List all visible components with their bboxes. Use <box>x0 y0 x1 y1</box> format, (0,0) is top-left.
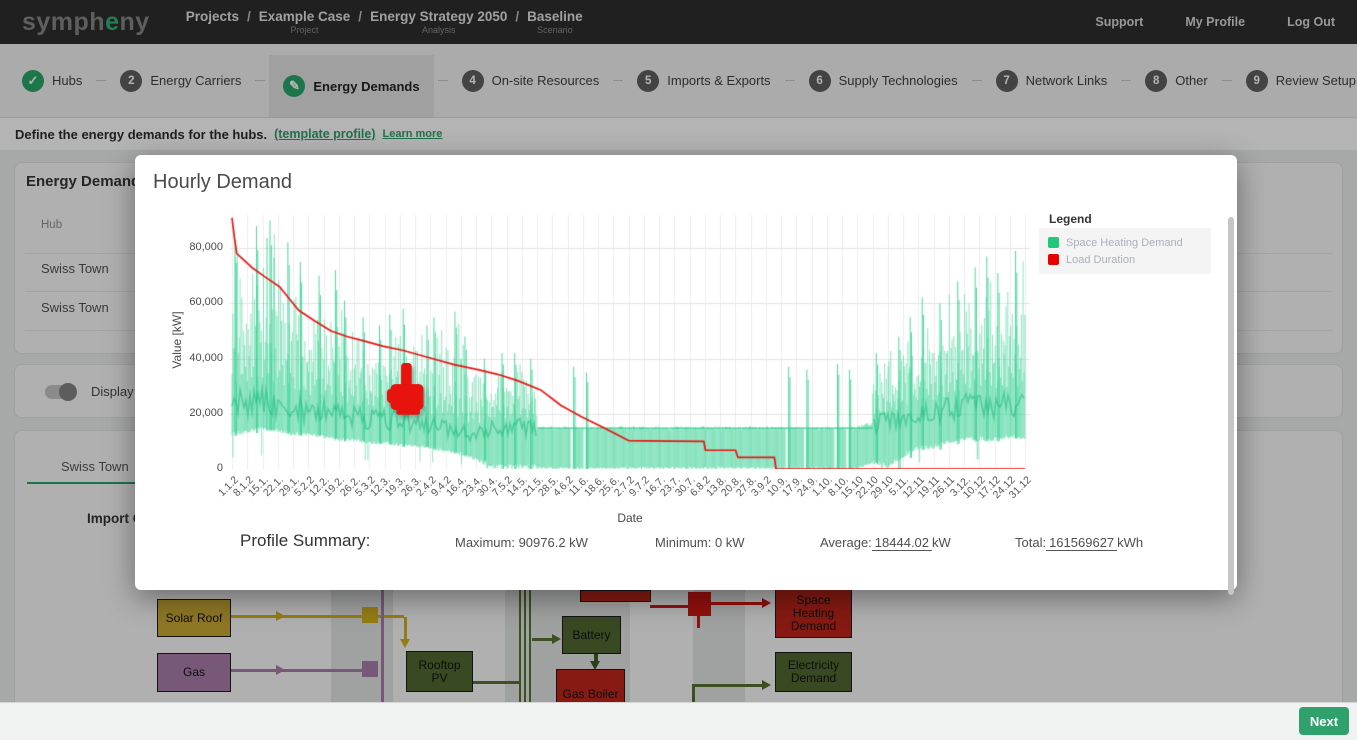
stat-label: Minimum: <box>655 535 711 550</box>
hourly-demand-modal: Hourly Demand Value [kW] 020,00040,00060… <box>135 155 1237 590</box>
profile-summary-label: Profile Summary: <box>240 531 370 551</box>
stat-label: Average: <box>820 535 872 550</box>
stat-value: 90976.2 kW <box>519 535 588 550</box>
stat-unit: kWh <box>1117 535 1143 550</box>
stat-total: Total:161569627kWh <box>1015 535 1143 550</box>
legend-item-load-duration[interactable]: Load Duration <box>1048 251 1202 268</box>
stat-label: Maximum: <box>455 535 515 550</box>
stat-value: 161569627 <box>1046 535 1117 551</box>
stat-minimum: Minimum: 0 kW <box>655 535 745 550</box>
legend-item-label: Load Duration <box>1066 254 1135 266</box>
stat-label: Total: <box>1015 535 1046 550</box>
stat-value: 18444.02 <box>872 535 932 551</box>
y-tick-label: 80,000 <box>173 241 223 253</box>
legend-swatch <box>1048 237 1059 248</box>
hourly-demand-chart[interactable] <box>230 215 1030 469</box>
stat-value: 0 kW <box>715 535 745 550</box>
stat-average: Average:18444.02kW <box>820 535 951 550</box>
y-tick-label: 40,000 <box>173 352 223 364</box>
x-axis-label: Date <box>230 511 1030 525</box>
legend-title: Legend <box>1049 212 1092 226</box>
y-tick-label: 60,000 <box>173 296 223 308</box>
modal-title: Hourly Demand <box>153 171 292 194</box>
stat-maximum: Maximum: 90976.2 kW <box>455 535 588 550</box>
stat-unit: kW <box>932 535 951 550</box>
footer-bar: Next <box>0 702 1357 740</box>
legend-item-space-heating-demand[interactable]: Space Heating Demand <box>1048 234 1202 251</box>
next-button[interactable]: Next <box>1299 707 1349 735</box>
y-tick-label: 0 <box>173 462 223 474</box>
y-tick-label: 20,000 <box>173 407 223 419</box>
legend-swatch <box>1048 254 1059 265</box>
legend-box: Space Heating Demand Load Duration <box>1039 228 1211 274</box>
modal-scrollbar[interactable] <box>1228 217 1234 595</box>
legend-item-label: Space Heating Demand <box>1066 237 1183 249</box>
cursor-hand-icon <box>387 361 427 419</box>
